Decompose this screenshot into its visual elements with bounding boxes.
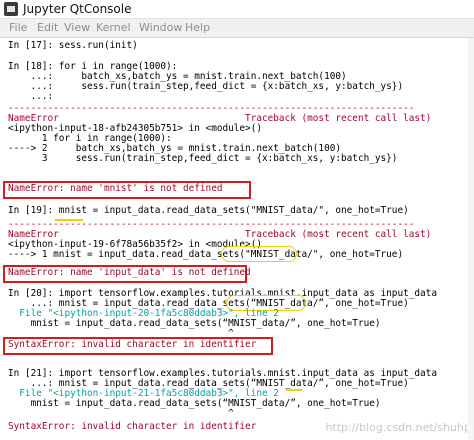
menu-kernel[interactable]: Kernel bbox=[96, 21, 131, 34]
console-line: ...: sess.run(train_step,feed_dict = {x:… bbox=[8, 81, 404, 92]
console-line: ...: bbox=[8, 91, 54, 102]
title-bar: Jupyter QtConsole bbox=[0, 0, 474, 19]
yellow-underline bbox=[286, 389, 302, 391]
vertical-scrollbar[interactable] bbox=[468, 38, 474, 440]
console-line: In [19]: mnist = input_data.read_data_se… bbox=[8, 205, 409, 216]
menu-view[interactable]: View bbox=[64, 21, 90, 34]
qtconsole-app-icon bbox=[4, 2, 18, 16]
console-line: NameError: name 'input_data' is not defi… bbox=[8, 267, 251, 278]
watermark-text: http://blog.csdn.net/shuhp bbox=[325, 421, 471, 434]
menu-help[interactable]: Help bbox=[185, 21, 210, 34]
console-line: NameError: name 'mnist' is not defined bbox=[8, 183, 223, 194]
console-line: ----> 1 mnist = input_data.read_data_set… bbox=[8, 249, 404, 260]
menu-edit[interactable]: Edit bbox=[37, 21, 58, 34]
menu-file[interactable]: File bbox=[9, 21, 27, 34]
menu-bar: File Edit View Kernel Window Help bbox=[0, 19, 474, 38]
console-line: ^ bbox=[8, 408, 234, 419]
window-title: Jupyter QtConsole bbox=[23, 2, 132, 16]
menu-window[interactable]: Window bbox=[139, 21, 182, 34]
console-line: SyntaxError: invalid character in identi… bbox=[8, 339, 257, 350]
console-output[interactable]: In [17]: sess.run(init) In [18]: for i i… bbox=[0, 38, 474, 440]
yellow-highlight-oval bbox=[221, 246, 297, 262]
console-line: In [17]: sess.run(init) bbox=[8, 40, 138, 51]
console-line: SyntaxError: invalid character in identi… bbox=[8, 421, 257, 432]
console-line: 3 sess.run(train_step,feed_dict = {x:bat… bbox=[8, 153, 398, 164]
